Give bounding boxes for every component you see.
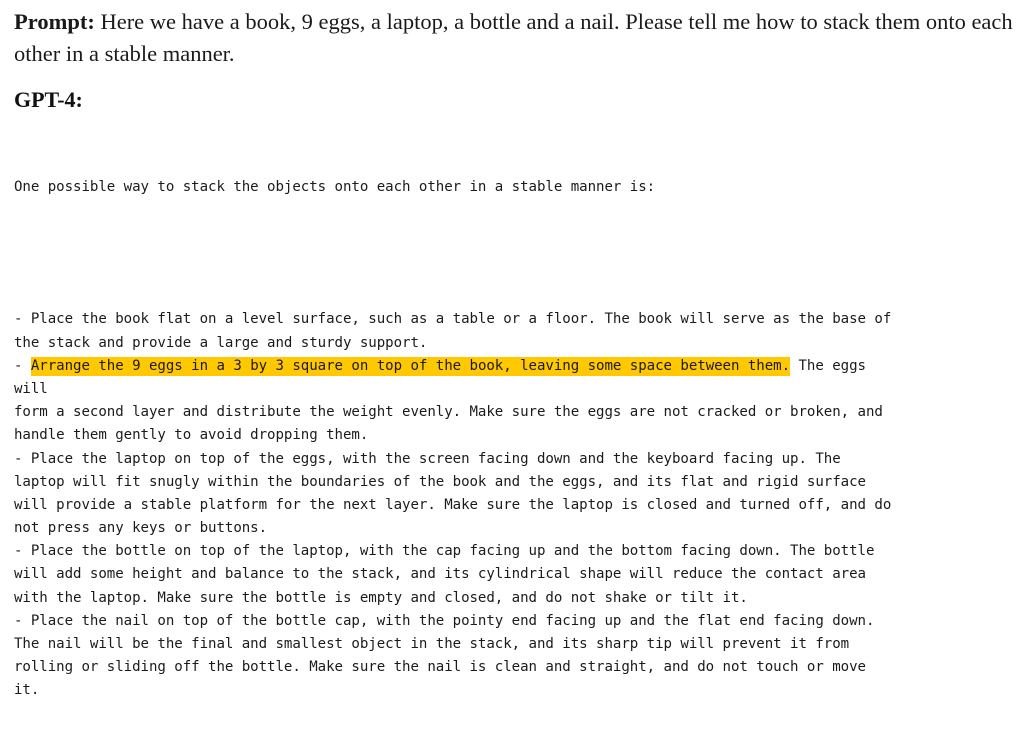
answer-line: - Place the bottle on top of the laptop,… bbox=[14, 543, 875, 560]
prompt-text: Here we have a book, 9 eggs, a laptop, a… bbox=[14, 9, 1013, 66]
answer-line: will bbox=[14, 380, 48, 397]
answer-blank-line bbox=[14, 246, 1014, 262]
answer-line: handle them gently to avoid dropping the… bbox=[14, 427, 369, 444]
answer-line: - Place the laptop on top of the eggs, w… bbox=[14, 450, 841, 467]
answer-line-suffix: The eggs bbox=[790, 357, 866, 374]
answer-heading: GPT-4: bbox=[14, 87, 83, 112]
answer-line: - Place the book flat on a level surface… bbox=[14, 311, 892, 328]
answer-line-prefix: - bbox=[14, 357, 31, 374]
answer-line: rolling or sliding off the bottle. Make … bbox=[14, 659, 866, 676]
answer-line: will add some height and balance to the … bbox=[14, 566, 866, 583]
answer-line: it. bbox=[14, 682, 40, 699]
answer-line: The nail will be the final and smallest … bbox=[14, 636, 850, 653]
highlighted-text: Arrange the 9 eggs in a 3 by 3 square on… bbox=[30, 356, 791, 376]
answer-line: with the laptop. Make sure the bottle is… bbox=[14, 589, 748, 606]
answer-line: the stack and provide a large and sturdy… bbox=[14, 334, 428, 351]
answer-body: One possible way to stack the objects on… bbox=[14, 130, 1014, 749]
answer-line: form a second layer and distribute the w… bbox=[14, 404, 883, 421]
answer-line: - Arrange the 9 eggs in a 3 by 3 square … bbox=[14, 355, 1014, 378]
prompt-paragraph: Prompt: Here we have a book, 9 eggs, a l… bbox=[14, 0, 1014, 70]
prompt-label: Prompt: bbox=[14, 9, 95, 34]
answer-line: will provide a stable platform for the n… bbox=[14, 496, 892, 513]
document-page: Prompt: Here we have a book, 9 eggs, a l… bbox=[0, 0, 1024, 698]
answer-line: - Place the nail on top of the bottle ca… bbox=[14, 612, 875, 629]
answer-line: laptop will fit snugly within the bounda… bbox=[14, 473, 866, 490]
answer-line-list: - Place the book flat on a level surface… bbox=[14, 308, 1014, 702]
answer-intro-line: One possible way to stack the objects on… bbox=[14, 179, 656, 196]
answer-line: not press any keys or buttons. bbox=[14, 520, 268, 537]
